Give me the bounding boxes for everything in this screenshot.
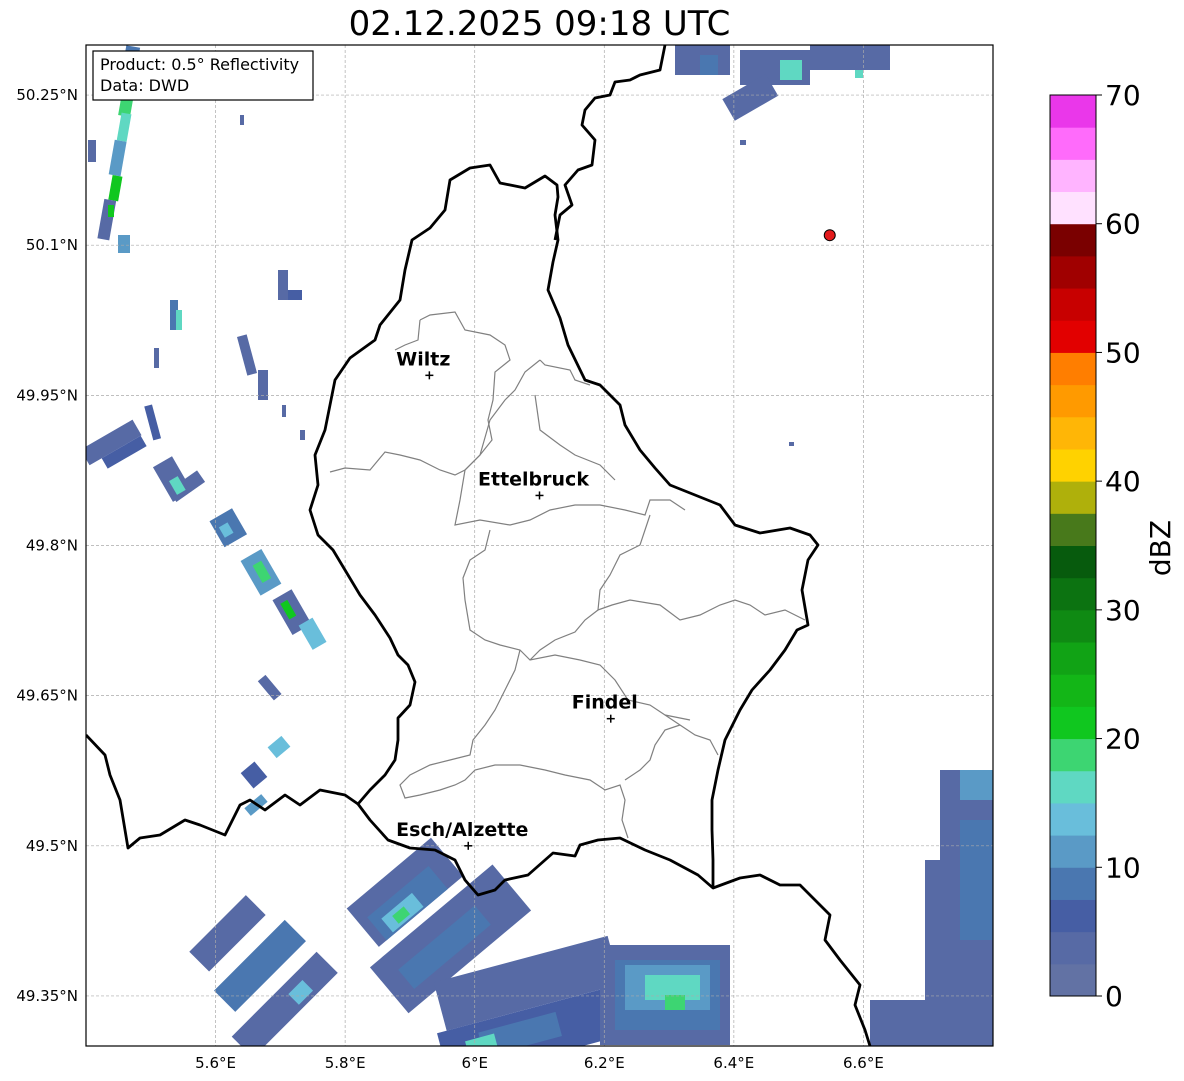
- colorbar-segment: [1050, 609, 1096, 643]
- info-source: Data: DWD: [100, 76, 189, 95]
- colorbar-tick-label: 10: [1105, 851, 1141, 884]
- colorbar-segment: [1050, 384, 1096, 418]
- colorbar-label: dBZ: [1144, 520, 1177, 576]
- colorbar-segment: [1050, 95, 1096, 128]
- colorbar-segment: [1050, 770, 1096, 804]
- colorbar-segment: [1050, 706, 1096, 740]
- colorbar-segment: [1050, 448, 1096, 482]
- colorbar-segment: [1050, 159, 1096, 193]
- lat-tick-label: 50.1°N: [26, 236, 78, 254]
- colorbar-tick-label: 0: [1105, 980, 1123, 1013]
- colorbar-segment: [1050, 416, 1096, 450]
- colorbar-segment: [1050, 963, 1096, 997]
- colorbar-segment: [1050, 191, 1096, 225]
- city-label: Findel: [572, 692, 638, 714]
- lon-tick-labels: 5.6°E 5.8°E 6°E 6.2°E 6.4°E 6.6°E: [195, 1054, 884, 1072]
- colorbar-segment: [1050, 223, 1096, 257]
- colorbar-segment: [1050, 642, 1096, 675]
- city-label: Esch/Alzette: [396, 819, 528, 841]
- lon-tick-label: 6°E: [461, 1054, 488, 1072]
- colorbar-segment: [1050, 835, 1096, 868]
- lon-tick-label: 6.2°E: [584, 1054, 625, 1072]
- colorbar-segment: [1050, 481, 1096, 514]
- colorbar-segment: [1050, 931, 1096, 965]
- colorbar-tick-label: 70: [1105, 79, 1141, 112]
- colorbar-segment: [1050, 802, 1096, 836]
- lat-tick-label: 49.8°N: [26, 537, 78, 555]
- colorbar-tick-label: 20: [1105, 723, 1141, 756]
- colorbar-segment: [1050, 320, 1096, 353]
- colorbar-segment: [1050, 288, 1096, 321]
- lat-tick-label: 49.95°N: [16, 386, 78, 404]
- colorbar-segment: [1050, 127, 1096, 160]
- lon-tick-label: 6.4°E: [713, 1054, 754, 1072]
- colorbar-segment: [1050, 738, 1096, 772]
- colorbar-tick-label: 60: [1105, 208, 1141, 241]
- colorbar-tick-label: 50: [1105, 336, 1141, 369]
- city-label: Ettelbruck: [478, 468, 589, 490]
- colorbar-segment: [1050, 513, 1096, 546]
- echo-cluster-south-east: [600, 945, 730, 1045]
- lat-tick-label: 49.35°N: [16, 987, 78, 1005]
- colorbar-segment: [1050, 674, 1096, 707]
- lat-tick-labels: 50.25°N 50.1°N 49.95°N 49.8°N 49.65°N 49.5°N 4…: [16, 86, 78, 1005]
- colorbar-segment: [1050, 577, 1096, 611]
- city-label: Wiltz: [396, 348, 450, 370]
- colorbar: [1050, 95, 1096, 997]
- lat-tick-label: 49.5°N: [26, 837, 78, 855]
- lon-tick-label: 5.8°E: [325, 1054, 366, 1072]
- lon-tick-label: 5.6°E: [195, 1054, 236, 1072]
- lon-tick-label: 6.6°E: [843, 1054, 884, 1072]
- colorbar-segment: [1050, 255, 1096, 289]
- colorbar-segment: [1050, 867, 1096, 900]
- colorbar-segment: [1050, 899, 1096, 933]
- radar-map-figure: 5.6°E 5.8°E 6°E 6.2°E 6.4°E 6.6°E 50.25°N 50.1…: [16, 44, 1177, 1072]
- info-box: Product: 0.5° Reflectivity Data: DWD: [92, 50, 314, 101]
- colorbar-segment: [1050, 545, 1096, 579]
- colorbar-tick-label: 40: [1105, 465, 1141, 498]
- info-product: Product: 0.5° Reflectivity: [100, 55, 299, 74]
- colorbar-segment: [1050, 352, 1096, 386]
- radar-site-marker[interactable]: [823, 229, 836, 242]
- lat-tick-label: 50.25°N: [16, 86, 78, 104]
- colorbar-tick-label: 30: [1105, 594, 1141, 627]
- colorbar-tick-labels: 0 10 20 30 40 50 60 70: [1096, 79, 1141, 1013]
- lat-tick-label: 49.65°N: [16, 687, 78, 705]
